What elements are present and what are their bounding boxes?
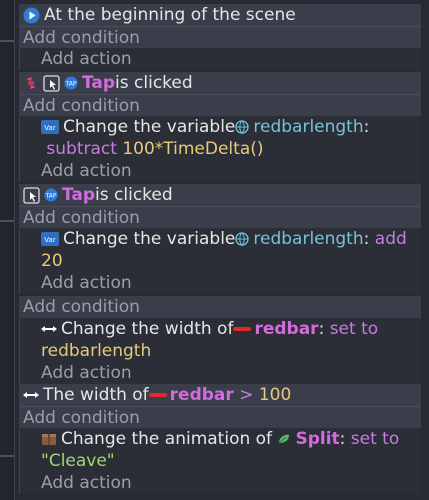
gutter-tick xyxy=(0,220,14,222)
actions-area: Change the width of redbar : set to redb… xyxy=(19,318,421,384)
object-name[interactable]: redbar xyxy=(170,384,234,406)
variable-icon: Var xyxy=(41,232,59,246)
animation-box-icon xyxy=(41,432,57,446)
comparison-operator: > xyxy=(233,385,259,405)
action-text: Change the width of xyxy=(61,319,234,339)
add-condition-button[interactable]: Add condition xyxy=(19,94,421,116)
operation: set to xyxy=(345,429,405,449)
cursor-click-icon xyxy=(23,186,40,204)
play-icon xyxy=(23,7,40,24)
condition-row[interactable]: TAP Tap is clicked xyxy=(19,72,421,94)
svg-text:TAP: TAP xyxy=(45,193,57,200)
redbar-swatch-icon xyxy=(233,327,252,331)
gutter-tick xyxy=(0,40,14,42)
event-block-5[interactable]: The width of redbar > 100 Add condition … xyxy=(19,384,421,494)
condition-row[interactable]: TAP Tap is clicked xyxy=(19,184,421,206)
add-condition-button[interactable]: Add condition xyxy=(19,296,421,318)
add-action-button[interactable]: Add action xyxy=(41,160,421,182)
condition-text: The width of xyxy=(43,385,149,405)
svg-text:Var: Var xyxy=(44,124,56,132)
action-row[interactable]: Var Change the variable redbarlength : a… xyxy=(41,228,421,272)
resize-arrows-icon xyxy=(23,390,39,400)
condition-text: is clicked xyxy=(115,73,193,93)
cursor-click-icon xyxy=(43,74,60,92)
event-block-1[interactable]: At the beginning of the scene Add condit… xyxy=(19,4,421,70)
operation: set to xyxy=(324,319,384,339)
action-row[interactable]: Var Change the variable redbarlength : s… xyxy=(41,116,421,160)
operation: subtract xyxy=(41,139,123,159)
actions-area: Var Change the variable redbarlength : a… xyxy=(19,228,421,294)
leaf-sprite-icon xyxy=(277,433,291,445)
object-name[interactable]: redbar xyxy=(254,318,318,340)
action-text: Change the variable xyxy=(63,117,236,137)
gutter-tick xyxy=(0,455,14,457)
expression-value[interactable]: 100*TimeDelta() xyxy=(122,138,263,160)
condition-text: At the beginning of the scene xyxy=(44,5,296,25)
add-action-button[interactable]: Add action xyxy=(41,272,421,294)
resize-arrows-icon xyxy=(41,324,57,334)
global-variable-icon xyxy=(235,120,250,134)
actions-area: Var Change the variable redbarlength : s… xyxy=(19,116,421,182)
redbar-swatch-icon xyxy=(148,393,167,397)
tap-object-icon: TAP xyxy=(44,188,58,202)
expression-value[interactable]: 20 xyxy=(41,250,63,272)
object-name[interactable]: Tap xyxy=(82,72,115,94)
variable-name[interactable]: redbarlength xyxy=(253,228,363,250)
object-name[interactable]: Tap xyxy=(62,184,95,206)
add-action-button[interactable]: Add action xyxy=(41,48,421,70)
event-sheet-gutter xyxy=(0,0,15,500)
add-action-button[interactable]: Add action xyxy=(41,472,421,494)
actions-area: Add action xyxy=(19,48,421,70)
event-block-3[interactable]: TAP Tap is clicked Add condition Var Cha… xyxy=(19,184,421,294)
object-name[interactable]: Split xyxy=(295,428,339,450)
operation: add xyxy=(369,229,413,249)
actions-area: Change the animation of Split : set to "… xyxy=(19,428,421,494)
action-row[interactable]: Change the width of redbar : set to redb… xyxy=(41,318,421,362)
add-action-button[interactable]: Add action xyxy=(41,362,421,384)
global-variable-icon xyxy=(235,232,250,246)
variable-icon: Var xyxy=(41,120,59,134)
string-value[interactable]: "Cleave" xyxy=(41,450,115,472)
comparison-value[interactable]: 100 xyxy=(259,384,291,406)
condition-row[interactable]: At the beginning of the scene xyxy=(19,4,421,26)
expression-value[interactable]: redbarlength xyxy=(41,340,151,362)
add-condition-button[interactable]: Add condition xyxy=(19,406,421,428)
variable-name[interactable]: redbarlength xyxy=(253,116,363,138)
tap-object-icon: TAP xyxy=(64,76,78,90)
colon: : xyxy=(363,117,370,137)
add-condition-button[interactable]: Add condition xyxy=(19,206,421,228)
event-block-4[interactable]: Add condition Change the width of redbar… xyxy=(19,296,421,384)
action-text: Change the animation of xyxy=(61,429,278,449)
svg-text:TAP: TAP xyxy=(65,81,77,88)
svg-text:Var: Var xyxy=(44,236,56,244)
add-condition-button[interactable]: Add condition xyxy=(19,26,421,48)
action-row[interactable]: Change the animation of Split : set to "… xyxy=(41,428,421,472)
action-text: Change the variable xyxy=(63,229,236,249)
condition-row[interactable]: The width of redbar > 100 xyxy=(19,384,421,406)
link-arrows-icon xyxy=(23,75,39,91)
condition-text: is clicked xyxy=(95,185,173,205)
event-block-2[interactable]: TAP Tap is clicked Add condition Var Cha… xyxy=(19,72,421,182)
